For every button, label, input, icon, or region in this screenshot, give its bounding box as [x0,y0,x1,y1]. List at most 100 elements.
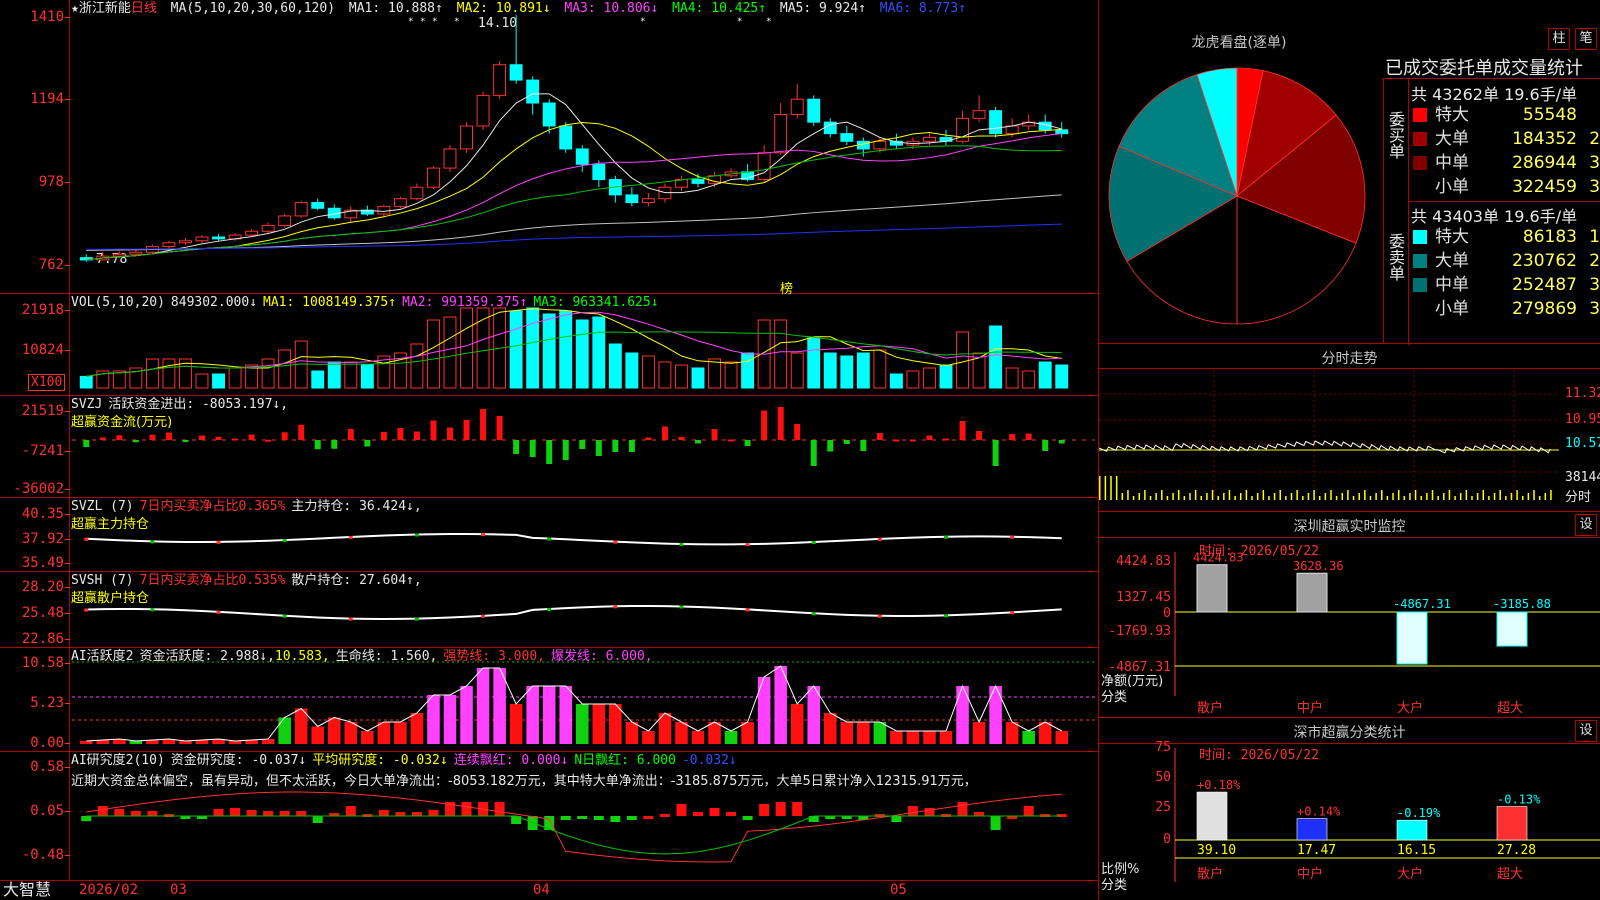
intraday-vol-bar [1110,476,1112,500]
net-bar [1296,572,1328,613]
activity-bar [857,722,870,744]
activity-bar [394,722,407,744]
svzj-chart [72,407,1095,466]
flow-bar [364,440,371,447]
logo: 大智慧 [3,880,52,899]
flow-bar [463,420,470,440]
intraday-vol-bar [1431,490,1434,500]
volume-bar [691,367,705,389]
intraday-price-line [1099,440,1551,454]
volume-bar [344,361,358,389]
ratio-bar [1196,791,1228,841]
flow-bar [232,438,239,441]
research-bar [659,814,670,817]
legend-swatch [1413,108,1427,122]
intraday-vol-bar [1183,496,1186,500]
marker-star: * [432,17,437,27]
hold-tick [84,537,89,541]
candle [641,198,655,204]
intraday-vol-bar [1155,493,1157,500]
category-label: 超大 [1497,701,1523,716]
volume-bar [724,361,738,389]
volume-bar [228,367,242,389]
intraday-vol-bar [1099,476,1101,500]
candle [923,136,936,142]
activity-bar [278,717,291,744]
intraday-vol-bar [1527,493,1530,500]
research-bar [957,802,968,816]
ai-research-pane[interactable]: 0.58 0.05 -0.48 AI研究度2(10) 资金研究度: -0.037↓… [0,752,1098,880]
hold-tick [150,608,155,612]
volume-bar [575,319,589,389]
volume-bar [79,375,93,389]
research-bar [263,811,274,816]
intraday-vol-bar [1443,493,1445,500]
category-label: 大户 [1397,866,1423,882]
activity-bar [757,677,771,744]
legend-swatch [1413,132,1427,146]
ai-activity-pane[interactable]: 10.58 5.23 0.00 AI活跃度2 资金活跃度: 2.988↓,10.5… [0,648,1098,752]
intraday-vol-bar [1256,493,1259,500]
intraday-vol-bar [1166,496,1169,500]
flow-bar [943,438,949,441]
intraday-vol-bar [1505,496,1507,500]
ratio-bar [1296,818,1328,841]
activity-bar [807,686,821,744]
bar-view-button[interactable]: 柱 [1548,28,1570,50]
intraday-vol-bar [1510,493,1513,500]
activity-bar [609,704,622,744]
stat-row: 特大 555487% [1409,103,1600,127]
intraday-vol-bar [1330,490,1332,500]
legend-swatch [1413,254,1427,268]
hold-tick [282,614,287,618]
flow-bar [430,420,437,440]
intraday-vol-bar [1115,476,1118,500]
svzj-pane[interactable]: 21519 -7241 -36002 SVZJ 活跃资金进出: -8053.197… [0,396,1098,498]
research-bar [312,816,323,823]
activity-bar [493,668,506,744]
hold-tick [877,537,882,541]
flow-bar [314,440,321,450]
intraday-vol-bar [1279,490,1281,500]
stat-pct: 38% [1589,177,1600,197]
volume-bar [790,352,804,389]
hold-tick [877,614,882,618]
ma-line [86,194,1062,251]
activity-bar [79,741,93,744]
research-bar [990,816,1001,830]
kline-pane[interactable]: 1410 1194 978 762 ★浙江新能日线 MA(5,10,20,30,… [0,0,1098,297]
intraday-vol-bar [1318,496,1321,500]
flow-bar [281,432,288,440]
research-bar [676,804,687,816]
flow-bar [1058,440,1065,444]
volume-bar [774,319,788,389]
hold-tick [216,610,221,614]
flow-bar [99,437,106,440]
marker-star: * [408,17,413,27]
candle [939,136,953,142]
flow-bar [413,431,420,440]
intraday-panel[interactable]: 分时走势 11.32 10.95 10.57 38144 分时 [1099,344,1600,512]
volume-pane[interactable]: 21918 10824 X100 VOL(5,10,20) 849302.000↓… [0,294,1098,396]
volume-bar [145,358,159,389]
activity-bar [410,713,424,744]
change-label: -0.19% [1397,806,1441,820]
flow-bar [1042,440,1049,451]
intraday-vol-bar [1313,490,1315,500]
activity-bar [476,668,490,744]
flow-bar [199,435,205,440]
tick-view-button[interactable]: 笔 [1575,28,1597,50]
volume-bar [410,343,424,389]
svzl-pane[interactable]: 40.35 37.92 35.49 SVZL (7) 7日内买卖净占比0.365%… [0,498,1098,572]
svsh-pane[interactable]: 28.20 25.48 22.86 SVSH (7) 7日内买卖净占比0.535%… [0,572,1098,648]
stat-pct: 33% [1589,299,1600,319]
volume-bar [906,370,920,389]
intraday-vol-bar [1386,496,1389,500]
stat-pct: 34% [1589,153,1600,173]
candle [294,202,308,217]
flow-bar [1025,433,1032,440]
flow-bar [678,437,685,440]
intraday-vol-bar [1403,496,1406,500]
date-tick: 05 [890,882,907,898]
volume-bar [509,310,523,389]
